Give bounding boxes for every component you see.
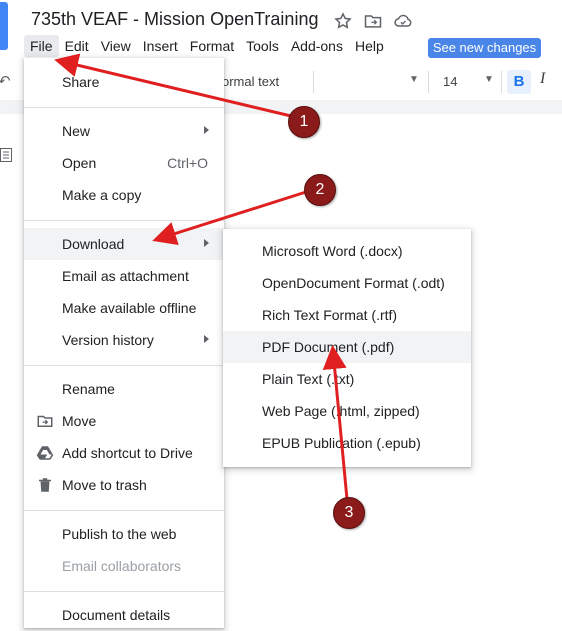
star-icon[interactable]: [333, 11, 353, 31]
menu-divider: [24, 591, 224, 592]
menu-item-label: Add shortcut to Drive: [62, 445, 193, 461]
menu-item-email-attachment[interactable]: Email as attachment: [24, 260, 224, 292]
menu-tools[interactable]: Tools: [240, 35, 285, 57]
chevron-down-icon[interactable]: ▼: [409, 74, 419, 85]
download-txt[interactable]: Plain Text (.txt): [223, 363, 471, 395]
menu-item-rename[interactable]: Rename: [24, 373, 224, 405]
menu-item-label: Version history: [62, 332, 154, 348]
menu-divider: [24, 510, 224, 511]
submenu-arrow-icon: [204, 126, 209, 134]
font-size-select[interactable]: 14: [443, 74, 457, 89]
shortcut-hint: Ctrl+O: [167, 155, 208, 171]
menu-item-share[interactable]: Share: [24, 66, 224, 98]
submenu-item-label: Microsoft Word (.docx): [262, 243, 403, 259]
move-folder-icon: [37, 415, 53, 427]
menu-item-label: Share: [62, 74, 100, 90]
bold-button[interactable]: B: [507, 70, 531, 94]
menu-divider: [24, 365, 224, 366]
move-folder-icon[interactable]: [363, 11, 383, 31]
menu-item-add-shortcut[interactable]: Add shortcut to Drive: [24, 437, 224, 469]
menu-divider: [24, 107, 224, 108]
menu-item-label: Download: [62, 236, 125, 252]
submenu-item-label: Rich Text Format (.rtf): [262, 307, 398, 323]
undo-icon[interactable]: ↶: [0, 72, 11, 90]
menu-item-open[interactable]: Open Ctrl+O: [24, 147, 224, 179]
submenu-arrow-icon: [204, 335, 209, 343]
menu-item-label: Make available offline: [62, 300, 197, 316]
menu-item-move[interactable]: Move: [24, 405, 224, 437]
download-epub[interactable]: EPUB Publication (.epub): [223, 427, 471, 459]
italic-button[interactable]: I: [540, 70, 545, 88]
docs-logo-icon[interactable]: [0, 2, 8, 50]
submenu-item-label: EPUB Publication (.epub): [262, 435, 421, 451]
toolbar-divider: [428, 71, 429, 93]
download-html[interactable]: Web Page (.html, zipped): [223, 395, 471, 427]
submenu-item-label: Plain Text (.txt): [262, 371, 355, 387]
download-pdf[interactable]: PDF Document (.pdf): [223, 331, 471, 363]
menu-item-move-to-trash[interactable]: Move to trash: [24, 469, 224, 501]
download-odt[interactable]: OpenDocument Format (.odt): [223, 267, 471, 299]
menu-file[interactable]: File: [24, 35, 59, 57]
drive-shortcut-icon: [36, 446, 54, 460]
menu-item-email-collaborators: Email collaborators: [24, 550, 224, 582]
chevron-down-icon[interactable]: ▼: [484, 74, 494, 85]
menu-item-label: Publish to the web: [62, 526, 177, 542]
menu-item-download[interactable]: Download: [24, 228, 224, 260]
annotation-badge-3: 3: [333, 497, 365, 529]
submenu-item-label: PDF Document (.pdf): [262, 339, 395, 355]
menu-item-new[interactable]: New: [24, 115, 224, 147]
toolbar-divider: [313, 71, 314, 93]
menu-item-label: Make a copy: [62, 187, 142, 203]
trash-icon: [39, 478, 51, 492]
menu-bar: File Edit View Insert Format Tools Add-o…: [24, 34, 390, 58]
menu-item-document-details[interactable]: Document details: [24, 599, 224, 631]
annotation-badge-2: 2: [304, 174, 336, 206]
menu-item-label: New: [62, 123, 91, 139]
menu-format[interactable]: Format: [184, 35, 240, 57]
submenu-item-label: Web Page (.html, zipped): [262, 403, 420, 419]
menu-item-version-history[interactable]: Version history: [24, 324, 224, 356]
menu-item-label: Email as attachment: [62, 268, 189, 284]
menu-item-label: Open: [62, 155, 97, 171]
download-rtf[interactable]: Rich Text Format (.rtf): [223, 299, 471, 331]
download-submenu: Microsoft Word (.docx) OpenDocument Form…: [223, 229, 471, 467]
submenu-arrow-icon: [204, 239, 209, 247]
menu-item-label: Email collaborators: [62, 558, 182, 574]
menu-item-label: Move: [62, 413, 97, 429]
menu-help[interactable]: Help: [349, 35, 390, 57]
see-new-changes-button[interactable]: See new changes: [428, 38, 541, 58]
download-docx[interactable]: Microsoft Word (.docx): [223, 235, 471, 267]
menu-insert[interactable]: Insert: [137, 35, 184, 57]
menu-add-ons[interactable]: Add-ons: [285, 35, 349, 57]
document-outline-icon[interactable]: [0, 148, 12, 162]
menu-divider: [24, 220, 224, 221]
menu-item-label: Move to trash: [62, 477, 147, 493]
paragraph-style-select[interactable]: ormal text: [222, 74, 279, 89]
annotation-badge-1: 1: [288, 106, 320, 138]
menu-view[interactable]: View: [95, 35, 137, 57]
cloud-saved-icon[interactable]: [393, 11, 413, 31]
menu-edit[interactable]: Edit: [59, 35, 95, 57]
menu-item-publish-web[interactable]: Publish to the web: [24, 518, 224, 550]
menu-item-make-copy[interactable]: Make a copy: [24, 179, 224, 211]
toolbar-divider: [501, 71, 502, 93]
menu-item-label: Rename: [62, 381, 115, 397]
menu-item-label: Document details: [62, 607, 171, 623]
submenu-item-label: OpenDocument Format (.odt): [262, 275, 445, 291]
document-title[interactable]: 735th VEAF - Mission OpenTraining: [31, 9, 318, 30]
menu-item-make-offline[interactable]: Make available offline: [24, 292, 224, 324]
file-menu: Share New Open Ctrl+O Make a copy Downlo…: [24, 58, 224, 628]
